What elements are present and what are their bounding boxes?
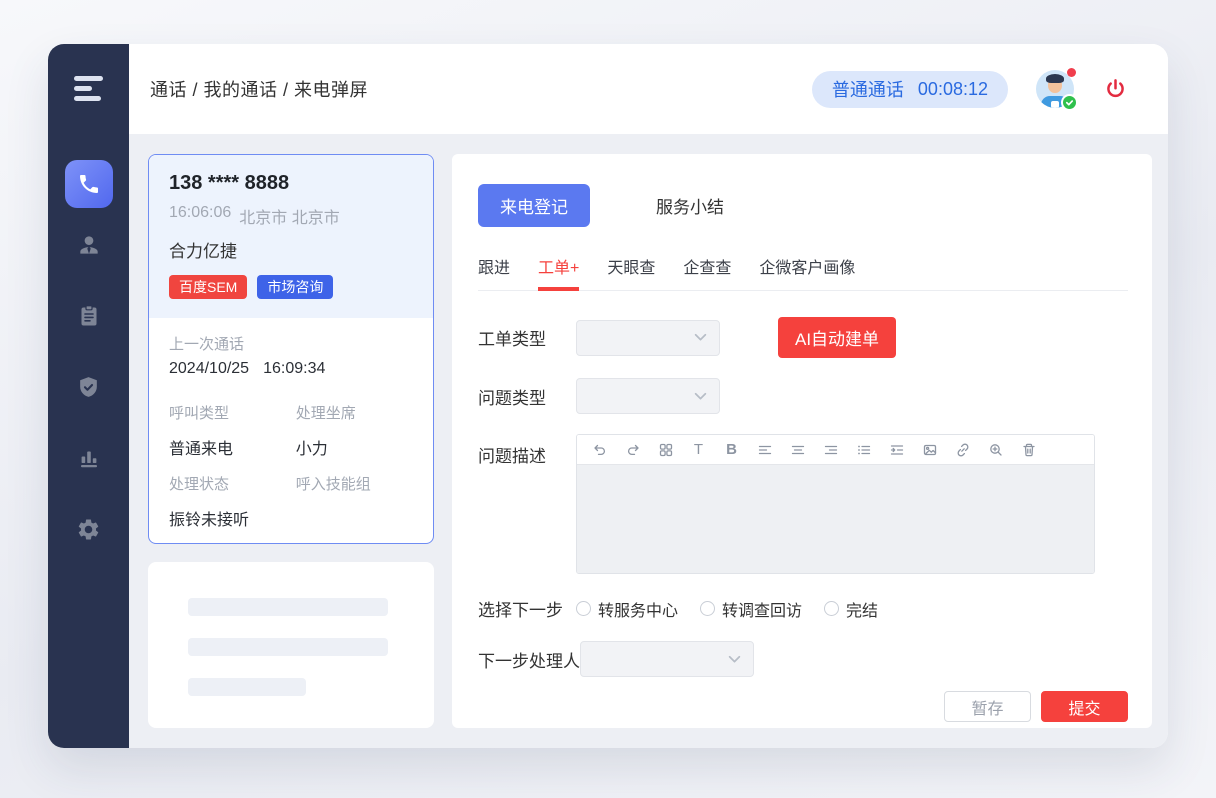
grid-icon[interactable] — [649, 436, 682, 464]
phone-icon — [77, 172, 101, 196]
chevron-down-icon — [728, 651, 741, 668]
align-left-icon[interactable] — [748, 436, 781, 464]
undo-icon[interactable] — [583, 436, 616, 464]
menu-icon[interactable] — [74, 76, 104, 106]
radio-icon — [824, 601, 839, 616]
top-header: 通话 / 我的通话 / 来电弹屏 普通通话 00:08:12 — [129, 44, 1168, 134]
radio-icon — [576, 601, 591, 616]
notification-dot — [1067, 68, 1076, 77]
next-handler-select[interactable] — [580, 641, 754, 677]
field-value — [296, 506, 413, 530]
next-step-options: 转服务中心 转调查回访 完结 — [576, 597, 878, 621]
loading-placeholder-card — [148, 562, 434, 728]
ticket-type-select[interactable] — [576, 320, 720, 356]
sidebar-item-settings[interactable] — [65, 505, 113, 553]
call-start-time: 16:06:06 — [169, 204, 231, 228]
caller-location: 北京市 北京市 — [239, 204, 339, 228]
breadcrumb: 通话 / 我的通话 / 来电弹屏 — [150, 76, 368, 102]
radio-complete[interactable]: 完结 — [824, 597, 878, 621]
sidebar-item-calls[interactable] — [65, 160, 113, 208]
editor-toolbar: T B — [577, 435, 1094, 465]
gear-icon — [76, 517, 101, 542]
tab-service-summary[interactable]: 服务小结 — [634, 184, 746, 227]
tag-baidu-sem: 百度SEM — [169, 275, 247, 299]
unordered-list-icon[interactable] — [847, 436, 880, 464]
subtab-qichacha[interactable]: 企查查 — [683, 254, 731, 290]
field-label: 呼叫类型 — [169, 402, 296, 423]
radio-transfer-survey-callback[interactable]: 转调查回访 — [700, 597, 802, 621]
sidebar-item-reports[interactable] — [65, 434, 113, 482]
content-area: 138 **** 8888 16:06:06 北京市 北京市 合力亿捷 百度SE… — [129, 134, 1168, 748]
caller-summary: 138 **** 8888 16:06:06 北京市 北京市 合力亿捷 百度SE… — [149, 155, 433, 318]
subtab-wecom-profile[interactable]: 企微客户画像 — [759, 254, 855, 290]
submit-button[interactable]: 提交 — [1041, 691, 1128, 722]
next-step-label: 选择下一步 — [478, 596, 576, 621]
align-center-icon[interactable] — [781, 436, 814, 464]
primary-tabs: 来电登记 服务小结 — [478, 184, 1128, 227]
subtab-tianyancha[interactable]: 天眼查 — [607, 254, 655, 290]
call-timer: 00:08:12 — [918, 79, 988, 100]
redo-icon[interactable] — [616, 436, 649, 464]
last-call-date: 2024/10/25 — [169, 360, 249, 378]
last-call-section: 上一次通话 2024/10/25 16:09:34 呼叫类型 处理坐席 普通来电… — [149, 318, 433, 544]
text-icon[interactable]: T — [682, 436, 715, 464]
sub-tabs: 跟进 工单+ 天眼查 企查查 企微客户画像 — [478, 254, 1128, 291]
call-type-label: 普通通话 — [832, 76, 904, 102]
radio-icon — [700, 601, 715, 616]
radio-transfer-service-center[interactable]: 转服务中心 — [576, 597, 678, 621]
skeleton-bar — [188, 598, 388, 616]
skeleton-bar — [188, 678, 306, 696]
link-icon[interactable] — [946, 436, 979, 464]
field-value: 振铃未接听 — [169, 506, 296, 530]
indent-icon[interactable] — [880, 436, 913, 464]
call-register-panel: 来电登记 服务小结 跟进 工单+ 天眼查 企查查 企微客户画像 工单类型 — [452, 154, 1152, 728]
online-status-icon — [1061, 94, 1078, 111]
caller-phone-number: 138 **** 8888 — [169, 172, 413, 195]
sidebar-item-contacts[interactable] — [65, 221, 113, 269]
call-status-badge: 普通通话 00:08:12 — [812, 71, 1008, 108]
field-label: 呼入技能组 — [296, 473, 413, 494]
sidebar-item-quality[interactable] — [65, 363, 113, 411]
field-value: 小力 — [296, 435, 413, 459]
field-value: 普通来电 — [169, 435, 296, 459]
user-icon — [76, 232, 102, 258]
last-call-title: 上一次通话 — [169, 333, 413, 354]
sidebar — [48, 44, 129, 748]
issue-desc-label: 问题描述 — [478, 442, 576, 467]
subtab-work-order[interactable]: 工单+ — [538, 254, 579, 290]
zoom-in-icon[interactable] — [979, 436, 1012, 464]
field-label: 处理坐席 — [296, 402, 413, 423]
image-icon[interactable] — [913, 436, 946, 464]
sidebar-item-workorders[interactable] — [65, 292, 113, 340]
caller-company: 合力亿捷 — [169, 237, 413, 262]
subtab-follow-up[interactable]: 跟进 — [478, 254, 510, 290]
app-window: 通话 / 我的通话 / 来电弹屏 普通通话 00:08:12 — [48, 44, 1168, 748]
rich-text-editor: T B — [576, 434, 1095, 574]
issue-type-select[interactable] — [576, 378, 720, 414]
ai-create-ticket-button[interactable]: AI自动建单 — [778, 317, 896, 358]
last-call-time: 16:09:34 — [263, 360, 325, 378]
bar-chart-icon — [77, 446, 101, 470]
field-label: 处理状态 — [169, 473, 296, 494]
avatar[interactable] — [1036, 70, 1074, 108]
issue-desc-input[interactable] — [577, 465, 1094, 573]
save-draft-button[interactable]: 暂存 — [944, 691, 1031, 722]
ticket-type-label: 工单类型 — [478, 325, 576, 350]
trash-icon[interactable] — [1012, 436, 1045, 464]
align-right-icon[interactable] — [814, 436, 847, 464]
tag-market-consult: 市场咨询 — [257, 275, 333, 299]
shield-check-icon — [76, 375, 101, 400]
caller-card: 138 **** 8888 16:06:06 北京市 北京市 合力亿捷 百度SE… — [148, 154, 434, 544]
clipboard-icon — [77, 304, 101, 328]
next-handler-label: 下一步处理人 — [478, 647, 580, 672]
bold-icon[interactable]: B — [715, 436, 748, 464]
chevron-down-icon — [694, 329, 707, 346]
power-icon[interactable] — [1102, 76, 1128, 102]
tab-call-register[interactable]: 来电登记 — [478, 184, 590, 227]
skeleton-bar — [188, 638, 388, 656]
issue-type-label: 问题类型 — [478, 384, 576, 409]
chevron-down-icon — [694, 388, 707, 405]
